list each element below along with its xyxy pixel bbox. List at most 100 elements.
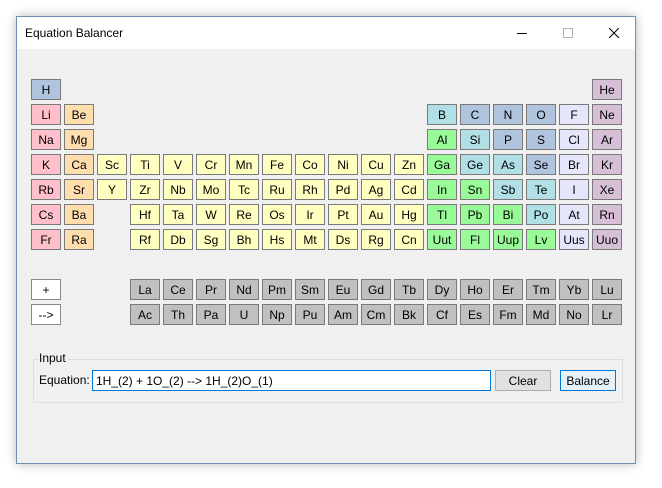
element-gd[interactable]: Gd bbox=[361, 279, 391, 300]
element-ge[interactable]: Ge bbox=[460, 154, 490, 175]
element-o[interactable]: O bbox=[526, 104, 556, 125]
element-tb[interactable]: Tb bbox=[394, 279, 424, 300]
element-uut[interactable]: Uut bbox=[427, 229, 457, 250]
element-sc[interactable]: Sc bbox=[97, 154, 127, 175]
element-pu[interactable]: Pu bbox=[295, 304, 325, 325]
title-bar[interactable]: Equation Balancer bbox=[17, 17, 635, 49]
element-f[interactable]: F bbox=[559, 104, 589, 125]
element-fl[interactable]: Fl bbox=[460, 229, 490, 250]
element-sb[interactable]: Sb bbox=[493, 179, 523, 200]
element-mo[interactable]: Mo bbox=[196, 179, 226, 200]
element-zr[interactable]: Zr bbox=[130, 179, 160, 200]
element-bi[interactable]: Bi bbox=[493, 204, 523, 225]
element-c[interactable]: C bbox=[460, 104, 490, 125]
element-p[interactable]: P bbox=[493, 129, 523, 150]
element-ac[interactable]: Ac bbox=[130, 304, 160, 325]
element-ta[interactable]: Ta bbox=[163, 204, 193, 225]
element-s[interactable]: S bbox=[526, 129, 556, 150]
element-as[interactable]: As bbox=[493, 154, 523, 175]
equation-input[interactable] bbox=[92, 370, 491, 391]
element-ho[interactable]: Ho bbox=[460, 279, 490, 300]
element-na[interactable]: Na bbox=[31, 129, 61, 150]
element-lv[interactable]: Lv bbox=[526, 229, 556, 250]
element-eu[interactable]: Eu bbox=[328, 279, 358, 300]
element-uup[interactable]: Uup bbox=[493, 229, 523, 250]
element-rh[interactable]: Rh bbox=[295, 179, 325, 200]
element-ne[interactable]: Ne bbox=[592, 104, 622, 125]
element-cs[interactable]: Cs bbox=[31, 204, 61, 225]
element-cf[interactable]: Cf bbox=[427, 304, 457, 325]
element-y[interactable]: Y bbox=[97, 179, 127, 200]
element-er[interactable]: Er bbox=[493, 279, 523, 300]
element-cl[interactable]: Cl bbox=[559, 129, 589, 150]
element-la[interactable]: La bbox=[130, 279, 160, 300]
element-es[interactable]: Es bbox=[460, 304, 490, 325]
element-tm[interactable]: Tm bbox=[526, 279, 556, 300]
element-u[interactable]: U bbox=[229, 304, 259, 325]
element-cm[interactable]: Cm bbox=[361, 304, 391, 325]
element-cd[interactable]: Cd bbox=[394, 179, 424, 200]
element-mg[interactable]: Mg bbox=[64, 129, 94, 150]
element-sn[interactable]: Sn bbox=[460, 179, 490, 200]
element-nb[interactable]: Nb bbox=[163, 179, 193, 200]
element-ga[interactable]: Ga bbox=[427, 154, 457, 175]
element-db[interactable]: Db bbox=[163, 229, 193, 250]
element-n[interactable]: N bbox=[493, 104, 523, 125]
element-am[interactable]: Am bbox=[328, 304, 358, 325]
arrow-button[interactable]: --> bbox=[31, 304, 61, 325]
element-pm[interactable]: Pm bbox=[262, 279, 292, 300]
element-se[interactable]: Se bbox=[526, 154, 556, 175]
element-pt[interactable]: Pt bbox=[328, 204, 358, 225]
element-md[interactable]: Md bbox=[526, 304, 556, 325]
element-zn[interactable]: Zn bbox=[394, 154, 424, 175]
element-al[interactable]: Al bbox=[427, 129, 457, 150]
element-ti[interactable]: Ti bbox=[130, 154, 160, 175]
element-i[interactable]: I bbox=[559, 179, 589, 200]
element-uus[interactable]: Uus bbox=[559, 229, 589, 250]
element-ag[interactable]: Ag bbox=[361, 179, 391, 200]
element-w[interactable]: W bbox=[196, 204, 226, 225]
element-sg[interactable]: Sg bbox=[196, 229, 226, 250]
element-tc[interactable]: Tc bbox=[229, 179, 259, 200]
element-os[interactable]: Os bbox=[262, 204, 292, 225]
element-fm[interactable]: Fm bbox=[493, 304, 523, 325]
element-tl[interactable]: Tl bbox=[427, 204, 457, 225]
element-pr[interactable]: Pr bbox=[196, 279, 226, 300]
element-ce[interactable]: Ce bbox=[163, 279, 193, 300]
element-ca[interactable]: Ca bbox=[64, 154, 94, 175]
element-rg[interactable]: Rg bbox=[361, 229, 391, 250]
element-mt[interactable]: Mt bbox=[295, 229, 325, 250]
element-li[interactable]: Li bbox=[31, 104, 61, 125]
element-rf[interactable]: Rf bbox=[130, 229, 160, 250]
clear-button[interactable]: Clear bbox=[495, 370, 551, 391]
element-h[interactable]: H bbox=[31, 79, 61, 100]
element-te[interactable]: Te bbox=[526, 179, 556, 200]
element-bh[interactable]: Bh bbox=[229, 229, 259, 250]
element-uuo[interactable]: Uuo bbox=[592, 229, 622, 250]
element-fr[interactable]: Fr bbox=[31, 229, 61, 250]
element-sm[interactable]: Sm bbox=[295, 279, 325, 300]
element-si[interactable]: Si bbox=[460, 129, 490, 150]
plus-button[interactable]: + bbox=[31, 279, 61, 300]
element-re[interactable]: Re bbox=[229, 204, 259, 225]
element-cr[interactable]: Cr bbox=[196, 154, 226, 175]
element-ru[interactable]: Ru bbox=[262, 179, 292, 200]
element-yb[interactable]: Yb bbox=[559, 279, 589, 300]
element-ds[interactable]: Ds bbox=[328, 229, 358, 250]
element-be[interactable]: Be bbox=[64, 104, 94, 125]
element-he[interactable]: He bbox=[592, 79, 622, 100]
element-no[interactable]: No bbox=[559, 304, 589, 325]
element-rb[interactable]: Rb bbox=[31, 179, 61, 200]
element-cn[interactable]: Cn bbox=[394, 229, 424, 250]
element-b[interactable]: B bbox=[427, 104, 457, 125]
maximize-button[interactable] bbox=[545, 17, 591, 49]
element-hf[interactable]: Hf bbox=[130, 204, 160, 225]
element-co[interactable]: Co bbox=[295, 154, 325, 175]
element-v[interactable]: V bbox=[163, 154, 193, 175]
element-k[interactable]: K bbox=[31, 154, 61, 175]
element-rn[interactable]: Rn bbox=[592, 204, 622, 225]
element-br[interactable]: Br bbox=[559, 154, 589, 175]
element-kr[interactable]: Kr bbox=[592, 154, 622, 175]
element-pa[interactable]: Pa bbox=[196, 304, 226, 325]
element-ra[interactable]: Ra bbox=[64, 229, 94, 250]
